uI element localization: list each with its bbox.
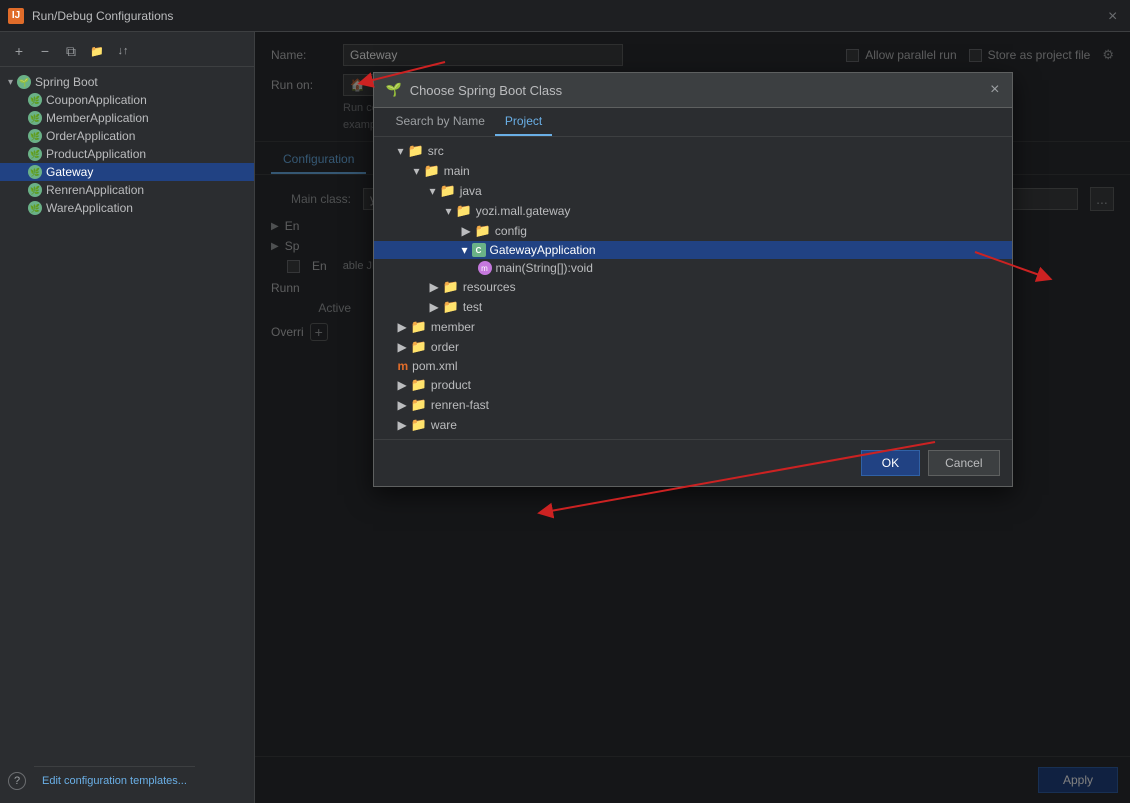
tree-item-member[interactable]: ▶ 📁 member <box>374 317 1012 337</box>
chevron-right-icon: ▶ <box>398 418 407 432</box>
java-folder-icon: 📁 <box>440 183 456 199</box>
spring-item-icon: 🌿 <box>28 147 42 161</box>
sidebar-item-label: RenrenApplication <box>46 183 144 197</box>
sidebar-item-renren[interactable]: 🌿 RenrenApplication <box>0 181 254 199</box>
folder-icon: 📁 <box>456 203 472 219</box>
config-content: Name: Allow parallel run Store as projec… <box>255 32 1130 803</box>
tree-item-main-method[interactable]: m main(String[]):void <box>374 259 1012 277</box>
tree-item-main[interactable]: ▾ 📁 main <box>374 161 1012 181</box>
tree-item-renren[interactable]: ▶ 📁 renren-fast <box>374 395 1012 415</box>
cancel-button[interactable]: Cancel <box>928 450 999 476</box>
folder-icon: 📁 <box>475 223 491 239</box>
help-button[interactable]: ? <box>8 772 26 790</box>
ok-button[interactable]: OK <box>861 450 920 476</box>
tree-item-java[interactable]: ▾ 📁 java <box>374 181 1012 201</box>
spring-item-icon: 🌿 <box>28 93 42 107</box>
pom-icon: m <box>398 359 409 373</box>
class-icon: C <box>472 243 486 257</box>
tree-item-pom[interactable]: m pom.xml <box>374 357 1012 375</box>
modal-close-button[interactable]: × <box>990 81 999 99</box>
modal-overlay: 🌱 Choose Spring Boot Class × Search by N… <box>255 32 1130 803</box>
modal-tabs: Search by Name Project <box>374 108 1012 137</box>
chevron-right-icon: ▶ <box>398 340 407 354</box>
folder-icon: 📁 <box>411 339 427 355</box>
tree-item-order[interactable]: ▶ 📁 order <box>374 337 1012 357</box>
sidebar-item-label: MemberApplication <box>46 111 149 125</box>
sidebar-group-spring-boot[interactable]: ▾ 🌱 Spring Boot <box>0 73 254 91</box>
sidebar-item-ware[interactable]: 🌿 WareApplication <box>0 199 254 217</box>
sidebar-bottom: ? Edit configuration templates... <box>0 762 254 799</box>
modal-tab-search[interactable]: Search by Name <box>386 108 495 136</box>
sidebar-item-order[interactable]: 🌿 OrderApplication <box>0 127 254 145</box>
folder-icon: 📁 <box>411 397 427 413</box>
choose-class-modal: 🌱 Choose Spring Boot Class × Search by N… <box>373 72 1013 487</box>
spring-item-icon: 🌿 <box>28 183 42 197</box>
modal-tree: ▾ 📁 src ▾ 📁 main ▾ 📁 java <box>374 137 1012 439</box>
chevron-down-icon: ▾ <box>462 243 468 257</box>
chevron-down-icon: ▾ <box>8 77 13 88</box>
spring-group-icon: 🌱 <box>17 75 31 89</box>
title-bar: IJ Run/Debug Configurations × <box>0 0 1130 32</box>
chevron-down-icon: ▾ <box>446 204 452 218</box>
tree-item-ware[interactable]: ▶ 📁 ware <box>374 415 1012 435</box>
sidebar-item-label: CouponApplication <box>46 93 147 107</box>
chevron-right-icon: ▶ <box>398 320 407 334</box>
folder-icon: 📁 <box>411 319 427 335</box>
modal-title-bar: 🌱 Choose Spring Boot Class × <box>374 73 1012 108</box>
modal-spring-icon: 🌱 <box>386 82 402 98</box>
modal-footer: OK Cancel <box>374 439 1012 486</box>
spring-item-icon: 🌿 <box>28 201 42 215</box>
sidebar-item-label: WareApplication <box>46 201 133 215</box>
close-button[interactable]: × <box>1108 9 1122 23</box>
app-icon: IJ <box>8 8 24 24</box>
chevron-down-icon: ▾ <box>398 144 404 158</box>
modal-title: 🌱 Choose Spring Boot Class <box>386 82 563 98</box>
spring-item-icon: 🌿 <box>28 165 42 179</box>
tree-item-resources[interactable]: ▶ 📁 resources <box>374 277 1012 297</box>
folder-icon: 📁 <box>408 143 424 159</box>
sidebar-item-label: Gateway <box>46 165 93 179</box>
chevron-down-icon: ▾ <box>430 184 436 198</box>
sidebar-toolbar: + − ⧉ 📁 ↓↑ <box>0 36 254 67</box>
spring-item-icon: 🌿 <box>28 111 42 125</box>
chevron-right-icon: ▶ <box>430 300 439 314</box>
folder-icon: 📁 <box>443 279 459 295</box>
chevron-right-icon: ▶ <box>398 378 407 392</box>
tree-item-config[interactable]: ▶ 📁 config <box>374 221 1012 241</box>
sidebar-section-spring-boot: ▾ 🌱 Spring Boot 🌿 CouponApplication 🌿 Me… <box>0 71 254 219</box>
tree-item-src[interactable]: ▾ 📁 src <box>374 141 1012 161</box>
sidebar-item-coupon[interactable]: 🌿 CouponApplication <box>0 91 254 109</box>
add-config-button[interactable]: + <box>8 40 30 62</box>
sidebar: + − ⧉ 📁 ↓↑ ▾ 🌱 Spring Boot 🌿 CouponAppli… <box>0 32 255 803</box>
method-icon: m <box>478 261 492 275</box>
move-config-button[interactable]: 📁 <box>86 40 108 62</box>
sidebar-item-label: ProductApplication <box>46 147 146 161</box>
copy-config-button[interactable]: ⧉ <box>60 40 82 62</box>
sidebar-item-member[interactable]: 🌿 MemberApplication <box>0 109 254 127</box>
title-bar-text: Run/Debug Configurations <box>32 9 173 23</box>
sort-config-button[interactable]: ↓↑ <box>112 40 134 62</box>
edit-templates-link[interactable]: Edit configuration templates... <box>34 766 195 795</box>
spring-boot-group-label: Spring Boot <box>35 75 98 89</box>
remove-config-button[interactable]: − <box>34 40 56 62</box>
chevron-down-icon: ▾ <box>414 164 420 178</box>
modal-tab-project[interactable]: Project <box>495 108 552 136</box>
chevron-right-icon: ▶ <box>430 280 439 294</box>
folder-icon: 📁 <box>424 163 440 179</box>
tree-item-gateway-app[interactable]: ▾ C GatewayApplication <box>374 241 1012 259</box>
spring-item-icon: 🌿 <box>28 129 42 143</box>
chevron-right-icon: ▶ <box>462 224 471 238</box>
folder-icon: 📁 <box>411 377 427 393</box>
tree-item-test[interactable]: ▶ 📁 test <box>374 297 1012 317</box>
tree-item-yozi-gateway[interactable]: ▾ 📁 yozi.mall.gateway <box>374 201 1012 221</box>
chevron-right-icon: ▶ <box>398 398 407 412</box>
tree-item-product[interactable]: ▶ 📁 product <box>374 375 1012 395</box>
sidebar-item-product[interactable]: 🌿 ProductApplication <box>0 145 254 163</box>
folder-icon: 📁 <box>411 417 427 433</box>
folder-icon: 📁 <box>443 299 459 315</box>
sidebar-item-gateway[interactable]: 🌿 Gateway <box>0 163 254 181</box>
sidebar-item-label: OrderApplication <box>46 129 135 143</box>
